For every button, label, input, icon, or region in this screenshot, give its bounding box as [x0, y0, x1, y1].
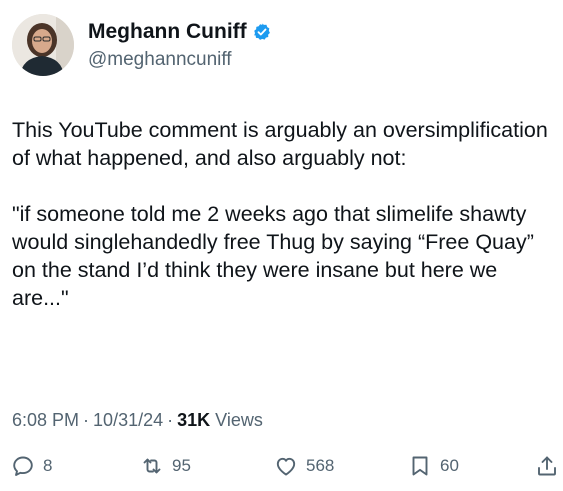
- tweet-paragraph: This YouTube comment is arguably an over…: [12, 118, 554, 170]
- avatar[interactable]: [12, 14, 74, 76]
- author-handle[interactable]: @meghanncuniff: [88, 49, 272, 71]
- reply-count: 8: [43, 456, 53, 475]
- like-count: 568: [306, 456, 335, 475]
- repost-icon: [143, 458, 161, 474]
- reply-icon: [13, 456, 33, 476]
- share-icon: [538, 456, 556, 476]
- tweet-paragraph: "if someone told me 2 weeks ago that sli…: [12, 202, 540, 310]
- separator-dot: ·: [167, 410, 174, 430]
- bookmark-count: 60: [440, 456, 459, 475]
- separator-dot: ·: [83, 410, 90, 430]
- reply-button[interactable]: 8: [11, 454, 52, 478]
- tweet-time[interactable]: 6:08 PM: [12, 410, 79, 431]
- action-bar: 8 95 568 60: [0, 454, 563, 484]
- like-button[interactable]: 568: [274, 454, 334, 478]
- avatar-image: [12, 14, 74, 76]
- repost-count: 95: [172, 456, 191, 475]
- bookmark-icon: [412, 456, 428, 476]
- tweet-date[interactable]: 10/31/24: [93, 410, 163, 431]
- bookmark-button[interactable]: 60: [408, 454, 459, 478]
- views-count: 31K: [177, 410, 211, 430]
- tweet-body: This YouTube comment is arguably an over…: [12, 116, 552, 312]
- tweet-metadata: 6:08 PM · 10/31/24 · 31K Views: [12, 410, 263, 431]
- repost-button[interactable]: 95: [140, 454, 191, 478]
- share-button[interactable]: [535, 454, 559, 478]
- views-label: Views: [215, 410, 263, 430]
- verified-badge-icon: [253, 23, 270, 40]
- author-display-name[interactable]: Meghann Cuniff: [88, 20, 247, 44]
- tweet-header: Meghann Cuniff @meghanncuniff: [12, 14, 272, 76]
- heart-icon: [276, 457, 296, 476]
